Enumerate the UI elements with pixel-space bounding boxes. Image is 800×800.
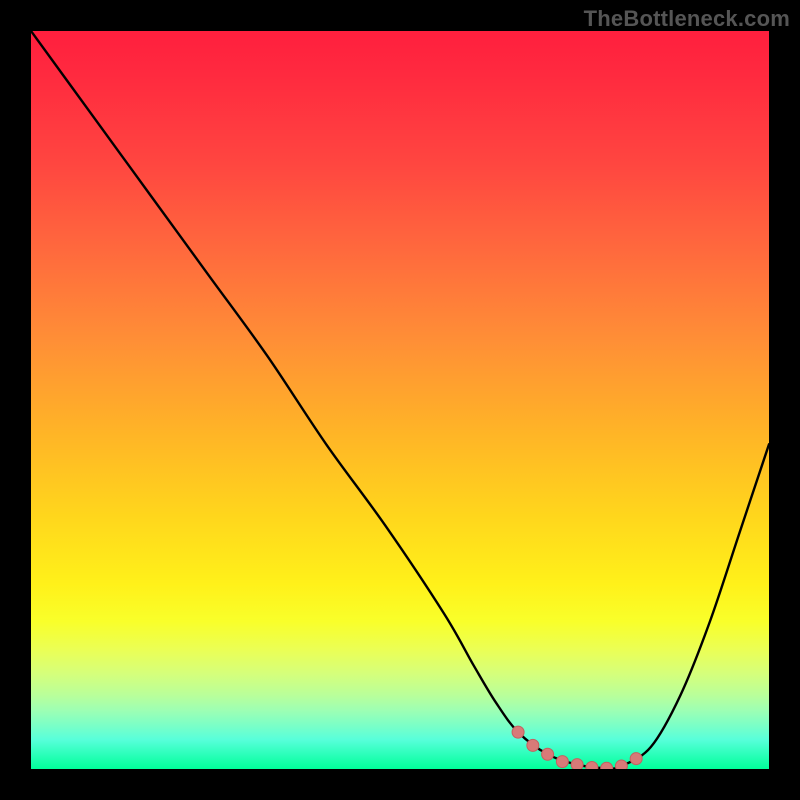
bottleneck-curve [31,31,769,769]
sweet-spot-markers [512,726,642,769]
sweet-spot-marker [586,762,598,769]
chart-frame: TheBottleneck.com [0,0,800,800]
sweet-spot-marker [630,753,642,765]
sweet-spot-marker [615,760,627,769]
watermark-text: TheBottleneck.com [584,6,790,32]
sweet-spot-marker [556,756,568,768]
sweet-spot-marker [527,739,539,751]
curve-layer [31,31,769,769]
plot-area [31,31,769,769]
sweet-spot-marker [601,762,613,769]
sweet-spot-marker [512,726,524,738]
sweet-spot-marker [542,748,554,760]
sweet-spot-marker [571,759,583,769]
